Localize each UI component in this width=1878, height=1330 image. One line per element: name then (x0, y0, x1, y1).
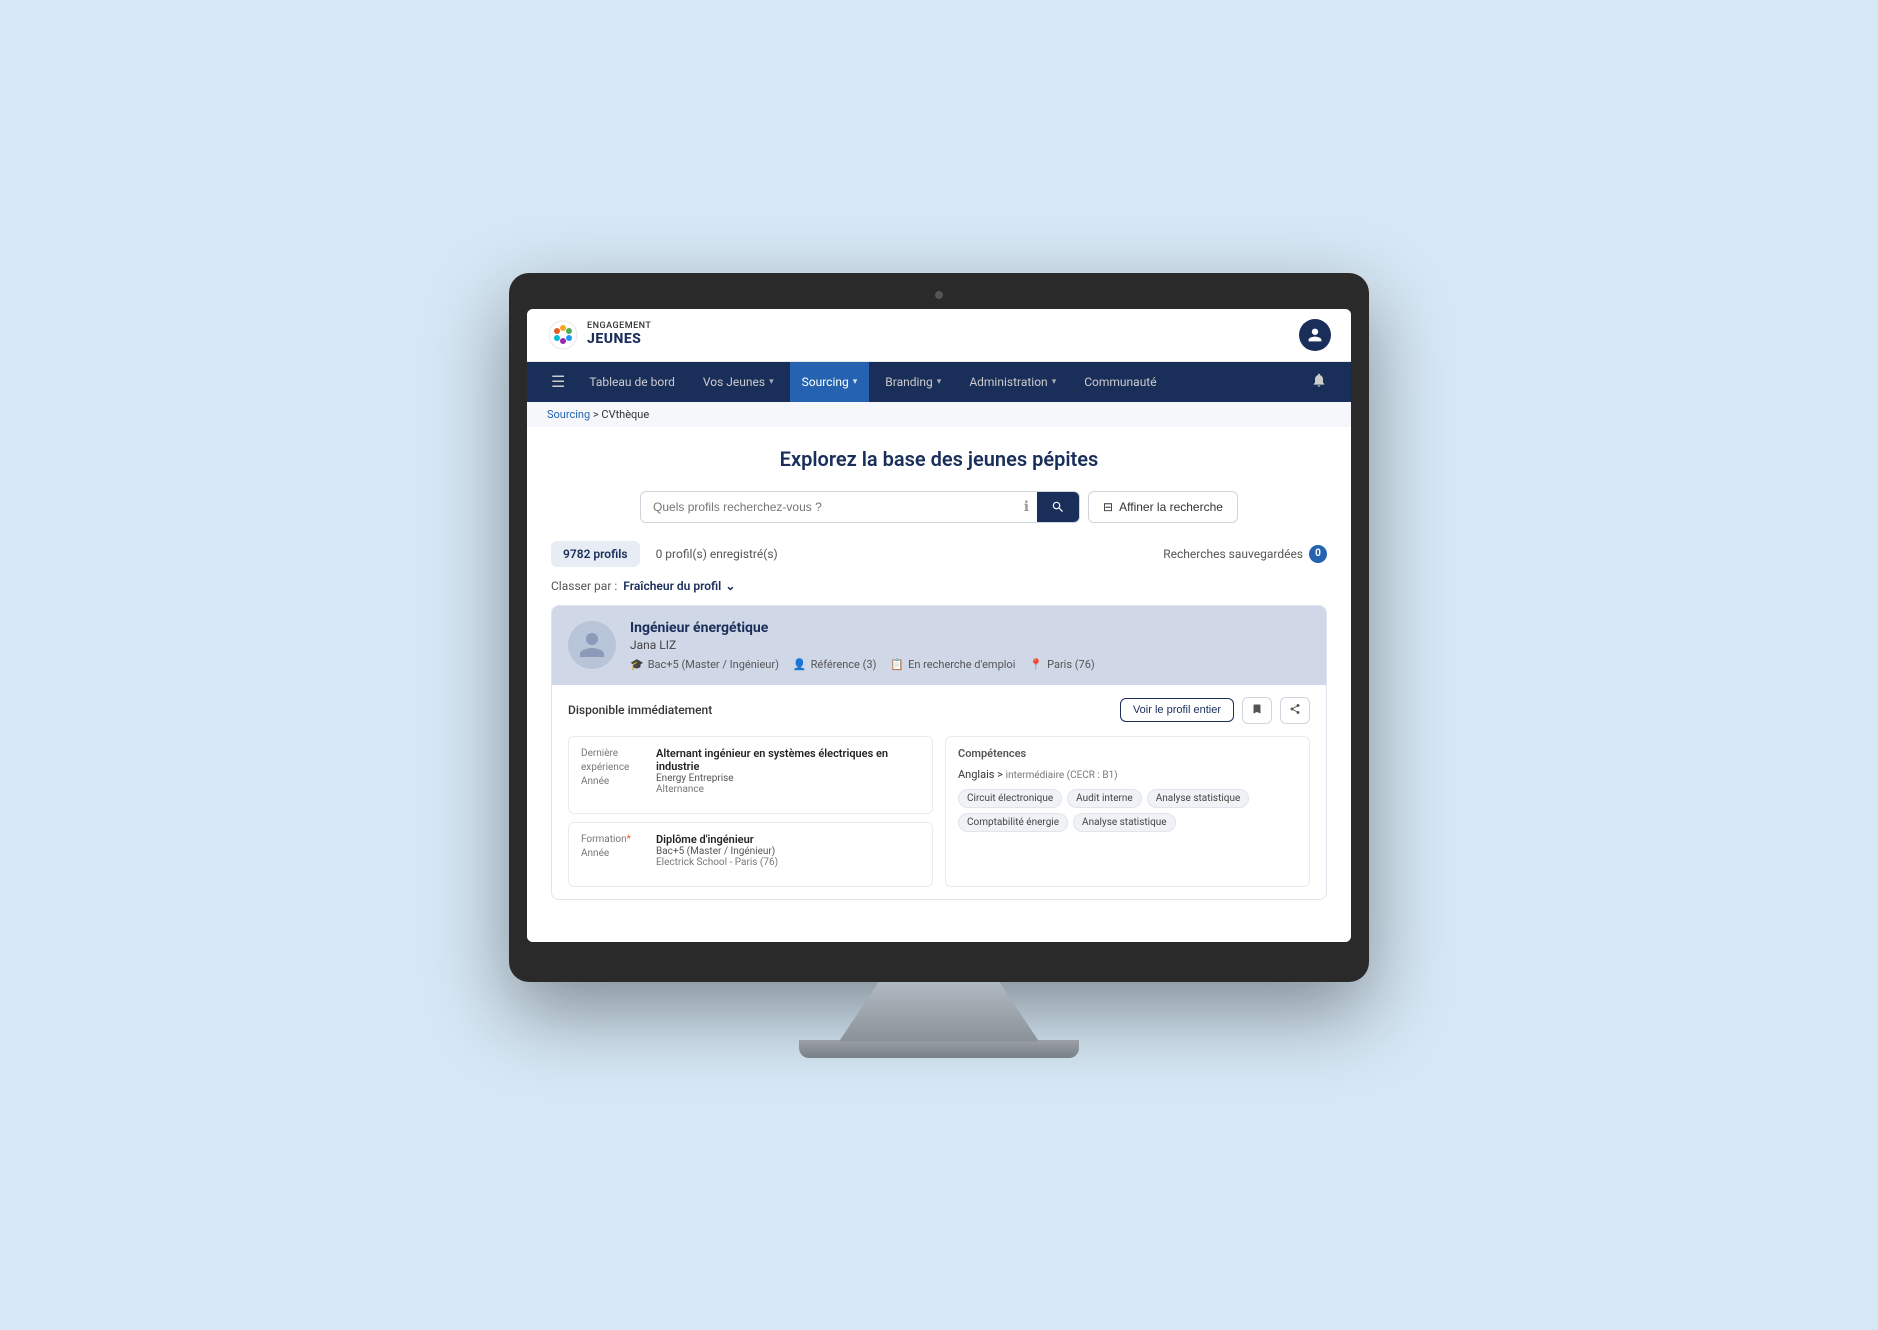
branding-chevron-icon: ▾ (937, 377, 942, 387)
profile-name: Jana LIZ (630, 638, 1310, 652)
experience-label: Dernière expérience Année (581, 747, 646, 795)
profile-card: Ingénieur énergétique Jana LIZ 🎓 Bac+5 (… (551, 605, 1327, 900)
monitor-wrapper: ENGAGEMENT JEUNES ☰ Tableau de bord Vos … (509, 273, 1369, 1058)
sort-chevron-icon: ⌄ (725, 579, 735, 593)
reference-icon: 👤 (793, 658, 807, 671)
search-row: ℹ ⊟ Affiner la recherche (551, 491, 1327, 523)
nav-bell-icon[interactable] (1303, 366, 1335, 398)
share-button[interactable] (1280, 697, 1310, 724)
skills-section: Compétences Anglais > intermédiaire (CEC… (945, 736, 1310, 887)
breadcrumb-sourcing[interactable]: Sourcing (547, 408, 590, 421)
nav-item-communaute[interactable]: Communauté (1072, 362, 1168, 402)
monitor-base (799, 1040, 1079, 1058)
formation-label: Formation* Année (581, 833, 646, 868)
stats-left: 9782 profils 0 profil(s) enregistré(s) (551, 541, 778, 567)
profiles-count-badge: 9782 profils (551, 541, 640, 567)
top-bar: ENGAGEMENT JEUNES (527, 309, 1351, 362)
logo-jeunes: JEUNES (587, 332, 651, 347)
sourcing-chevron-icon: ▾ (853, 377, 858, 387)
vosjeunes-chevron-icon: ▾ (769, 377, 774, 387)
nav-bar: ☰ Tableau de bord Vos Jeunes ▾ Sourcing … (527, 362, 1351, 402)
education-icon: 🎓 (630, 658, 644, 671)
formation-section: Formation* Année Diplôme d'ingénieur Bac… (568, 822, 933, 887)
bookmark-button[interactable] (1242, 697, 1272, 724)
nav-hamburger[interactable]: ☰ (543, 366, 573, 397)
skill-tag: Analyse statistique (1073, 813, 1176, 832)
search-info-icon[interactable]: ℹ (1016, 499, 1037, 515)
status-icon: 📋 (890, 658, 904, 671)
nav-item-administration[interactable]: Administration ▾ (957, 362, 1068, 402)
search-button[interactable] (1037, 492, 1079, 522)
logo-area: ENGAGEMENT JEUNES (547, 319, 651, 351)
nav-item-branding[interactable]: Branding ▾ (873, 362, 953, 402)
nav-item-tableau[interactable]: Tableau de bord (577, 362, 687, 402)
skill-tag: Audit interne (1067, 789, 1142, 808)
formation-value: Diplôme d'ingénieur Bac+5 (Master / Ingé… (656, 833, 920, 868)
logo-icon (547, 319, 579, 351)
experience-formation-section: Dernière expérience Année Alternant ingé… (568, 736, 933, 887)
stats-row: 9782 profils 0 profil(s) enregistré(s) R… (551, 541, 1327, 567)
nav-item-sourcing[interactable]: Sourcing ▾ (790, 362, 870, 402)
page-title: Explorez la base des jeunes pépites (551, 447, 1327, 471)
profile-body: Disponible immédiatement Voir le profil … (552, 685, 1326, 899)
profile-education-tag: 🎓 Bac+5 (Master / Ingénieur) (630, 658, 779, 671)
main-content: Explorez la base des jeunes pépites ℹ ⊟ … (527, 427, 1351, 942)
experience-item: Dernière expérience Année Alternant ingé… (581, 747, 920, 795)
profile-job-title: Ingénieur énergétique (630, 620, 1310, 636)
skill-tags: Circuit électronique Audit interne Analy… (958, 789, 1297, 832)
breadcrumb-current: CVthèque (601, 408, 649, 421)
sort-dropdown[interactable]: Fraîcheur du profil ⌄ (623, 579, 735, 593)
administration-chevron-icon: ▾ (1052, 377, 1057, 387)
profile-tags: 🎓 Bac+5 (Master / Ingénieur) 👤 Référence… (630, 658, 1310, 671)
availability-row: Disponible immédiatement Voir le profil … (568, 697, 1310, 724)
nav-item-vosjeunes[interactable]: Vos Jeunes ▾ (691, 362, 786, 402)
location-icon: 📍 (1029, 658, 1043, 671)
filter-button[interactable]: ⊟ Affiner la recherche (1088, 491, 1238, 523)
experience-section: Dernière expérience Année Alternant ingé… (568, 736, 933, 814)
profile-header: Ingénieur énergétique Jana LIZ 🎓 Bac+5 (… (552, 606, 1326, 685)
search-input[interactable] (641, 492, 1016, 522)
action-buttons: Voir le profil entier (1120, 697, 1310, 724)
skill-tag: Circuit électronique (958, 789, 1062, 808)
avatar (568, 621, 616, 669)
skill-tag: Analyse statistique (1147, 789, 1250, 808)
monitor-body: ENGAGEMENT JEUNES ☰ Tableau de bord Vos … (509, 273, 1369, 982)
profile-info: Ingénieur énergétique Jana LIZ 🎓 Bac+5 (… (630, 620, 1310, 671)
user-icon-button[interactable] (1299, 319, 1331, 351)
saved-searches[interactable]: Recherches sauvegardées 0 (1163, 545, 1327, 563)
search-input-wrapper: ℹ (640, 491, 1080, 523)
experience-value: Alternant ingénieur en systèmes électriq… (656, 747, 920, 795)
skill-tag: Comptabilité énergie (958, 813, 1068, 832)
formation-item: Formation* Année Diplôme d'ingénieur Bac… (581, 833, 920, 868)
saved-count: 0 profil(s) enregistré(s) (656, 547, 778, 561)
profile-status-tag: 📋 En recherche d'emploi (890, 658, 1015, 671)
breadcrumb: Sourcing > CVthèque (527, 402, 1351, 427)
profile-reference-tag: 👤 Référence (3) (793, 658, 876, 671)
sort-row: Classer par : Fraîcheur du profil ⌄ (551, 579, 1327, 593)
logo-text: ENGAGEMENT JEUNES (587, 322, 651, 347)
profile-location-tag: 📍 Paris (76) (1029, 658, 1094, 671)
camera-dot (935, 291, 943, 299)
saved-searches-badge: 0 (1309, 545, 1327, 563)
view-profile-button[interactable]: Voir le profil entier (1120, 698, 1234, 722)
monitor-stand (839, 982, 1039, 1042)
language-row: Anglais > intermédiaire (CECR : B1) (958, 768, 1297, 781)
availability-text: Disponible immédiatement (568, 703, 712, 717)
filter-icon: ⊟ (1103, 500, 1113, 514)
details-grid: Dernière expérience Année Alternant ingé… (568, 736, 1310, 887)
monitor-screen: ENGAGEMENT JEUNES ☰ Tableau de bord Vos … (527, 309, 1351, 942)
